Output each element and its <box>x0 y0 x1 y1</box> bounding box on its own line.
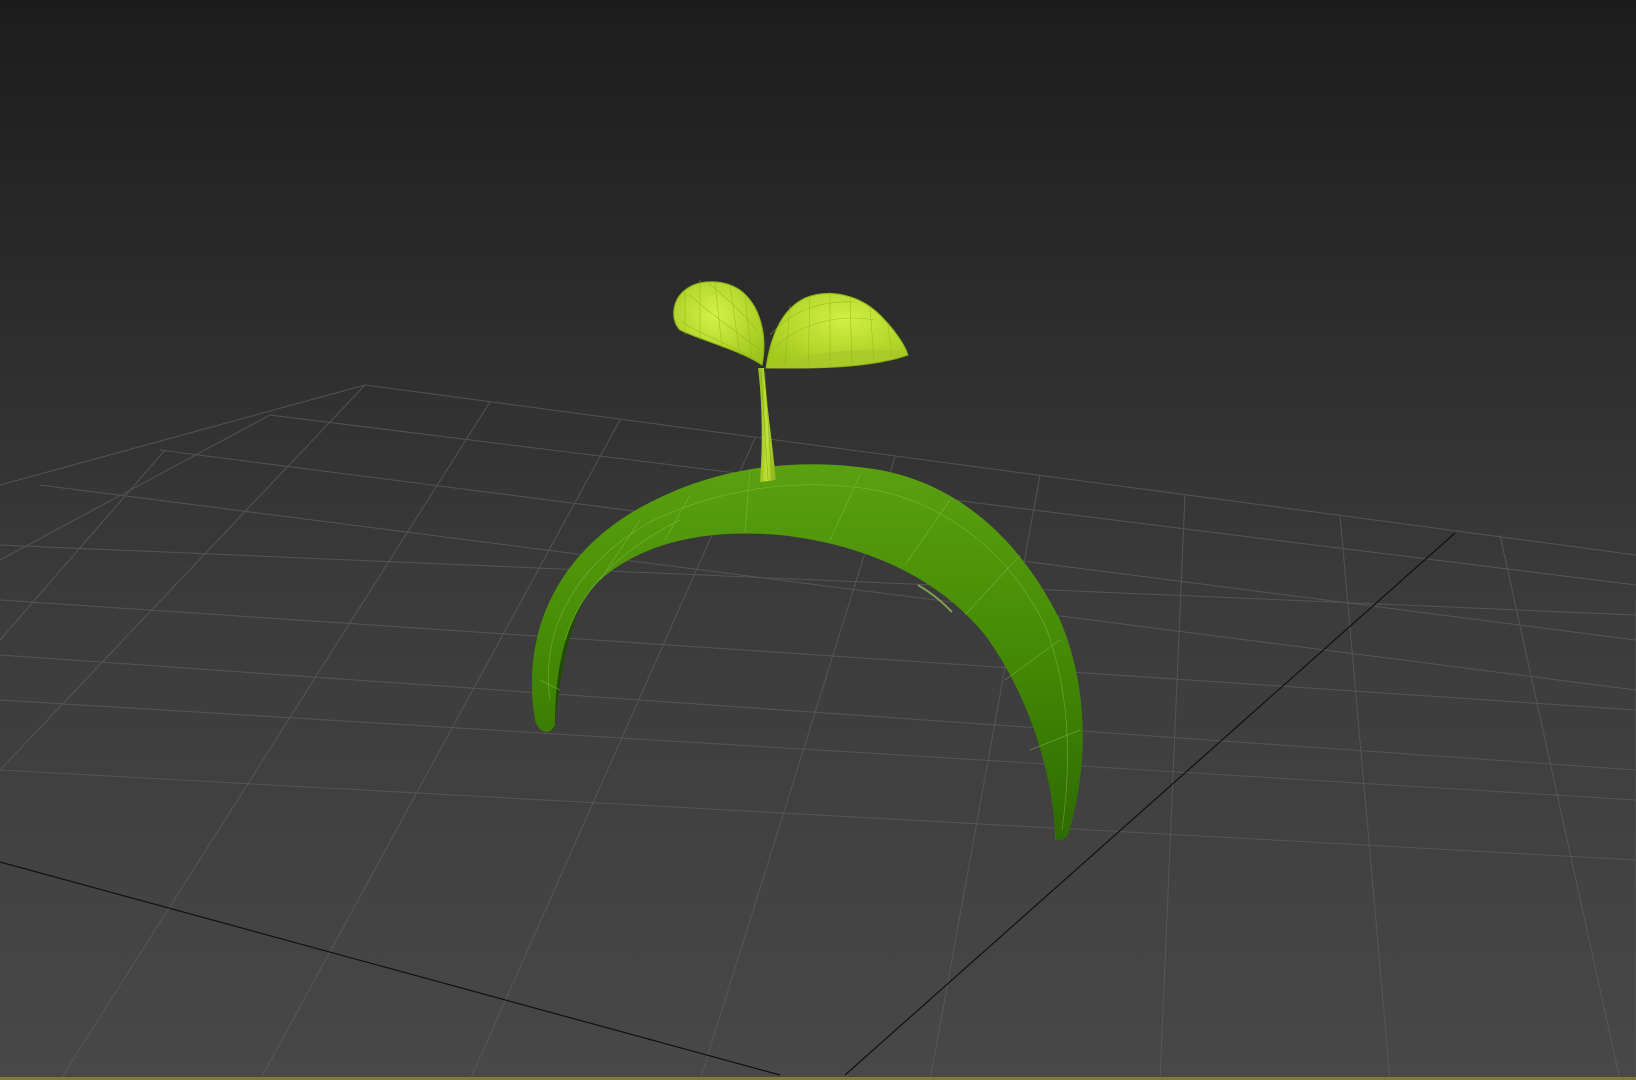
viewport-canvas[interactable] <box>0 0 1636 1080</box>
sprout-leaf-left-object[interactable] <box>673 280 765 366</box>
sprout-stem-object[interactable] <box>758 368 776 482</box>
sprout-leaf-right-object[interactable] <box>765 292 909 369</box>
arch-band-object[interactable] <box>531 464 1083 841</box>
perspective-viewport[interactable] <box>0 0 1636 1080</box>
